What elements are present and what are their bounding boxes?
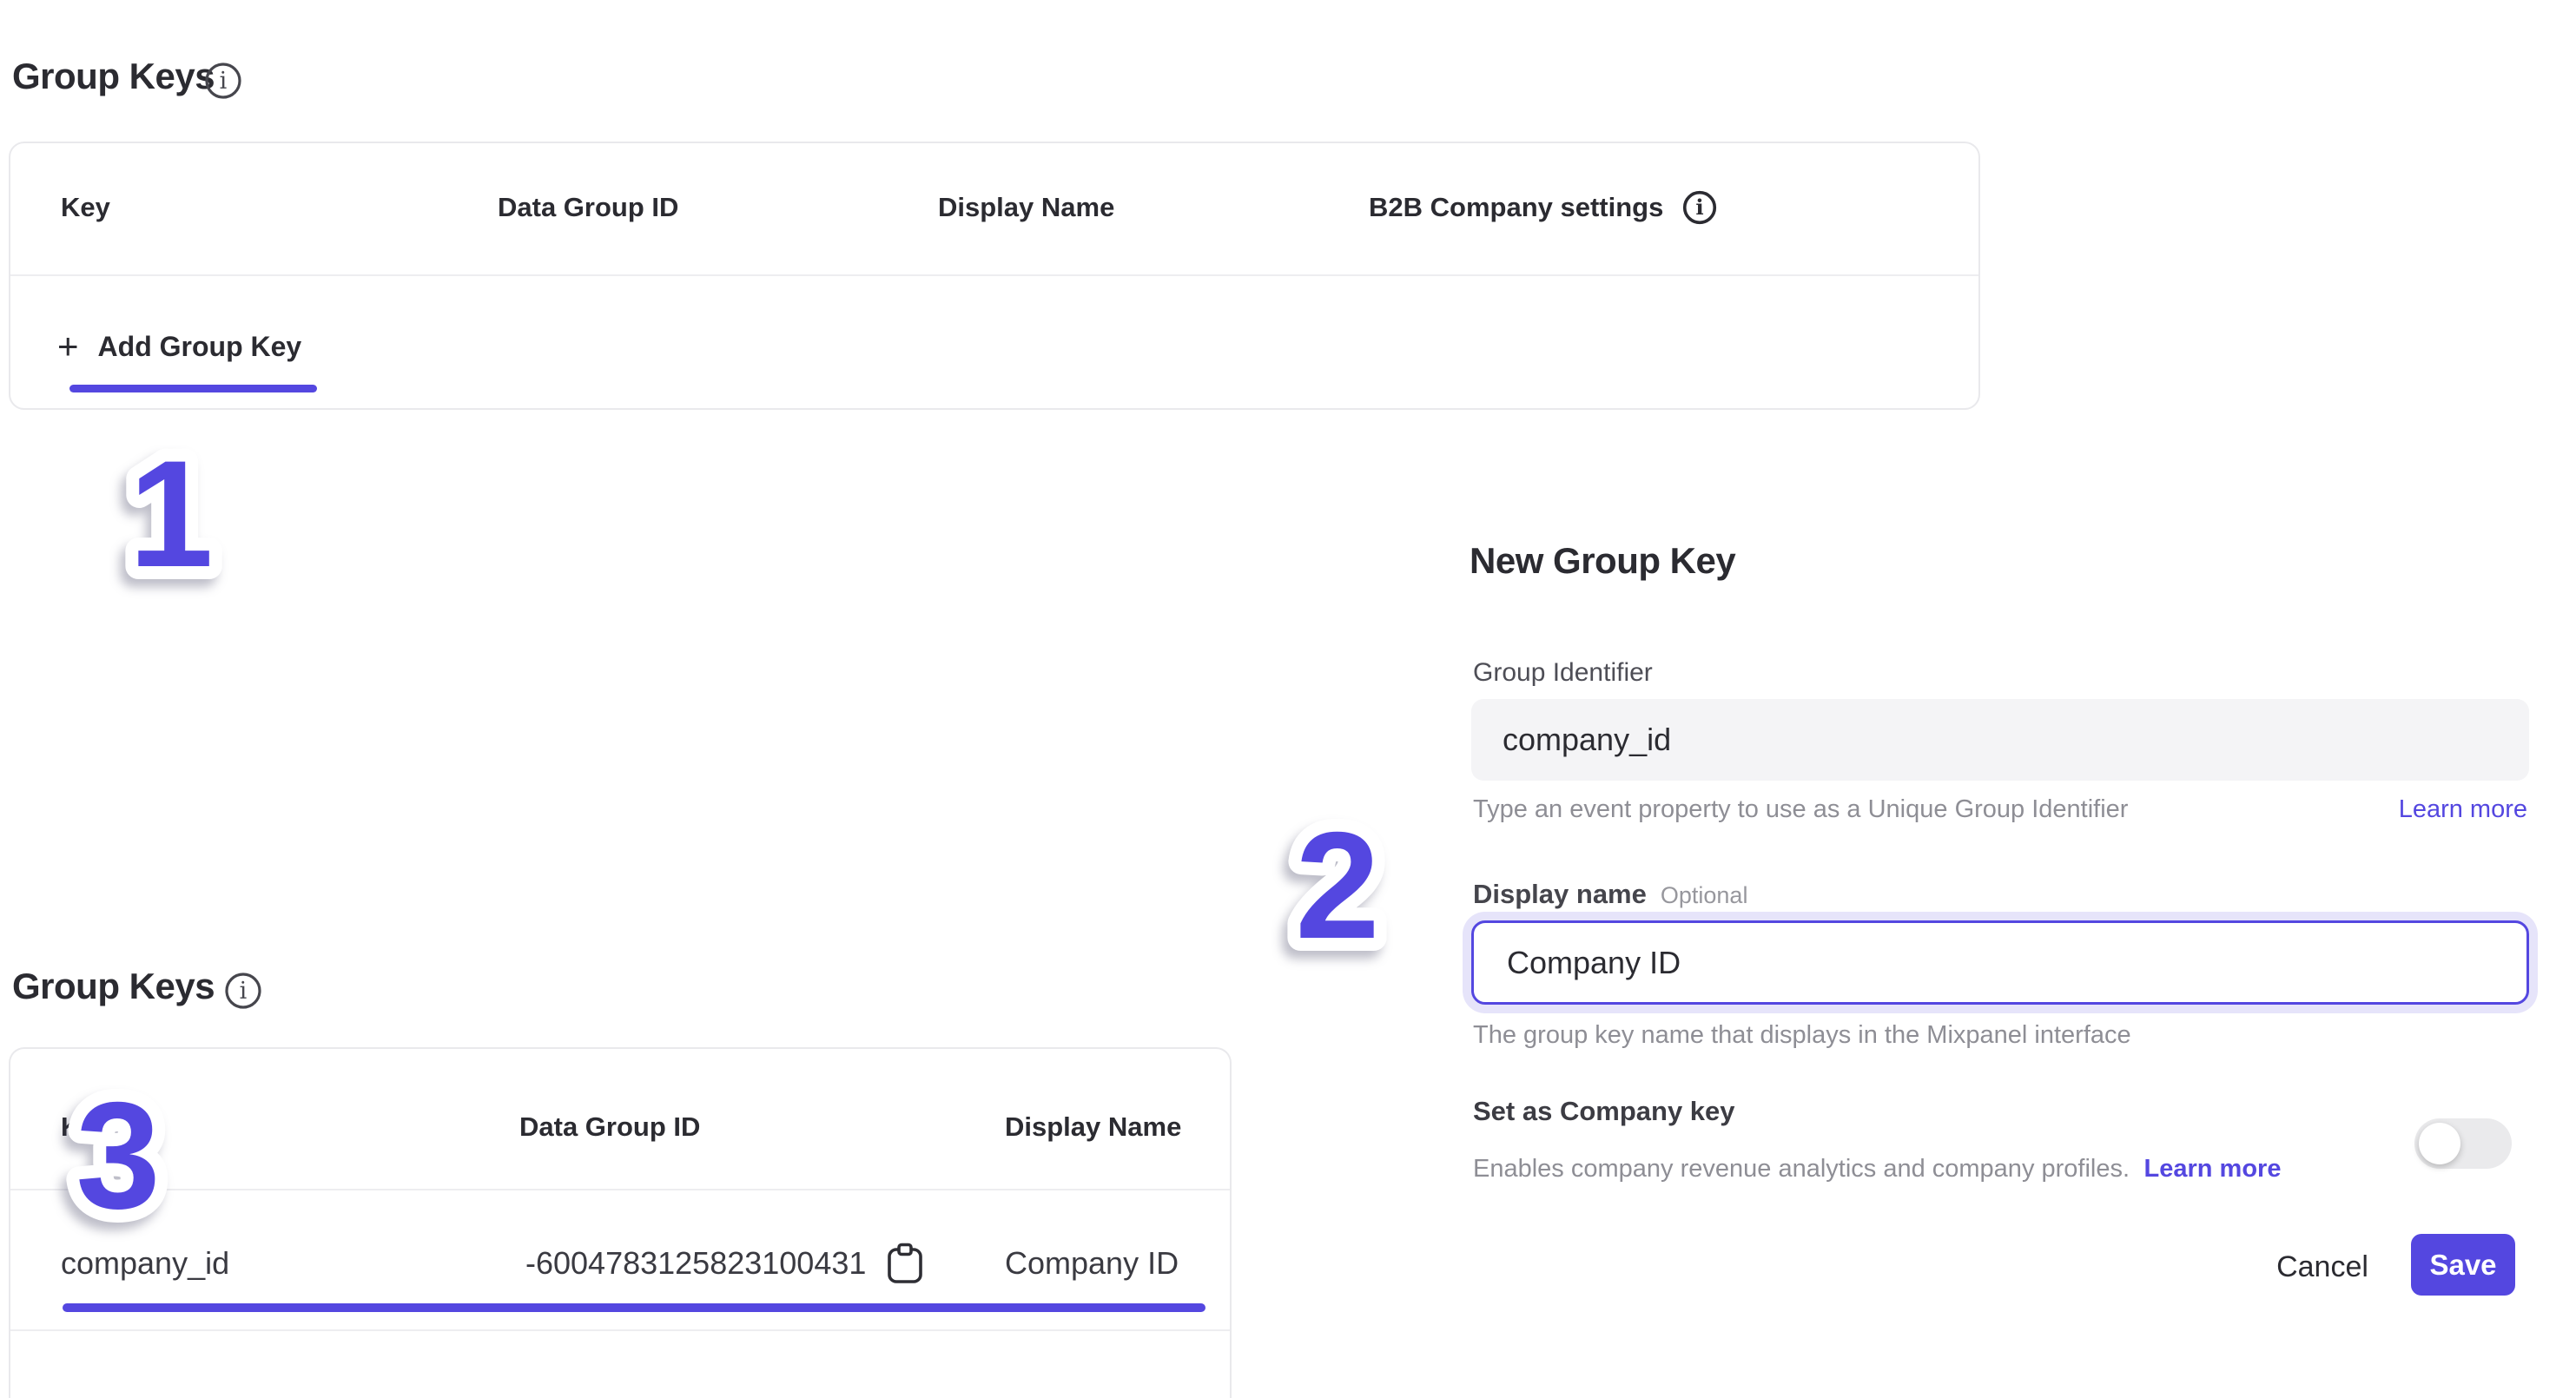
group-keys-title: Group Keys xyxy=(12,966,215,1007)
display-name-optional-tag: Optional xyxy=(1661,882,1748,909)
group-keys-title: Group Keys xyxy=(12,56,215,97)
row-cell-display-name: Company ID xyxy=(1005,1245,1179,1282)
step-badge-2: 2 xyxy=(1242,781,1433,981)
info-icon[interactable]: i xyxy=(1682,190,1717,225)
svg-text:i: i xyxy=(240,978,248,1005)
group-identifier-label: Group Identifier xyxy=(1473,658,1653,688)
svg-text:1: 1 xyxy=(129,430,213,599)
display-name-label: Display name xyxy=(1473,879,1647,910)
add-group-key-label: Add Group Key xyxy=(98,331,302,363)
info-icon[interactable]: i xyxy=(224,972,262,1010)
plus-icon: + xyxy=(57,328,79,365)
column-header-data-group-id: Data Group ID xyxy=(519,1111,700,1143)
save-button[interactable]: Save xyxy=(2411,1234,2515,1296)
column-header-display-name: Display Name xyxy=(938,192,1114,223)
add-group-key-highlight xyxy=(69,385,317,392)
toggle-knob xyxy=(2419,1123,2460,1164)
row-cell-key: company_id xyxy=(61,1245,229,1282)
group-identifier-input[interactable]: company_id xyxy=(1471,699,2529,781)
display-name-helper: The group key name that displays in the … xyxy=(1473,1021,2131,1050)
row-divider xyxy=(10,1329,1230,1331)
cancel-button[interactable]: Cancel xyxy=(2262,1236,2383,1297)
table-header-divider xyxy=(10,274,1978,276)
svg-text:i: i xyxy=(220,68,228,95)
add-group-key-button[interactable]: + Add Group Key xyxy=(57,323,301,370)
group-identifier-value: company_id xyxy=(1503,722,1671,758)
learn-more-link[interactable]: Learn more xyxy=(2399,795,2527,824)
column-header-key: Key xyxy=(61,1111,110,1143)
info-icon[interactable]: i xyxy=(204,62,242,100)
row-cell-data-group-id: -6004783125823100431 xyxy=(525,1245,866,1282)
column-header-display-name: Display Name xyxy=(1005,1111,1181,1143)
display-name-value: Company ID xyxy=(1507,945,1681,981)
copy-icon[interactable] xyxy=(886,1242,924,1285)
company-key-label: Set as Company key xyxy=(1473,1096,1735,1127)
column-header-b2b-settings: B2B Company settings xyxy=(1369,192,1663,223)
step-badge-1: 1 xyxy=(76,410,267,610)
column-header-data-group-id: Data Group ID xyxy=(498,192,678,223)
table-header-divider xyxy=(10,1189,1230,1190)
row-highlight xyxy=(63,1303,1205,1312)
svg-text:2: 2 xyxy=(1295,801,1379,971)
svg-text:i: i xyxy=(1695,195,1703,220)
learn-more-link[interactable]: Learn more xyxy=(2144,1155,2282,1183)
company-key-toggle[interactable] xyxy=(2414,1118,2512,1169)
company-key-description: Enables company revenue analytics and co… xyxy=(1473,1155,2130,1183)
group-keys-table xyxy=(9,1047,1232,1398)
new-group-key-title: New Group Key xyxy=(1470,540,1735,582)
group-identifier-helper: Type an event property to use as a Uniqu… xyxy=(1473,795,2128,824)
display-name-input[interactable]: Company ID xyxy=(1471,920,2529,1005)
column-header-key: Key xyxy=(61,192,110,223)
